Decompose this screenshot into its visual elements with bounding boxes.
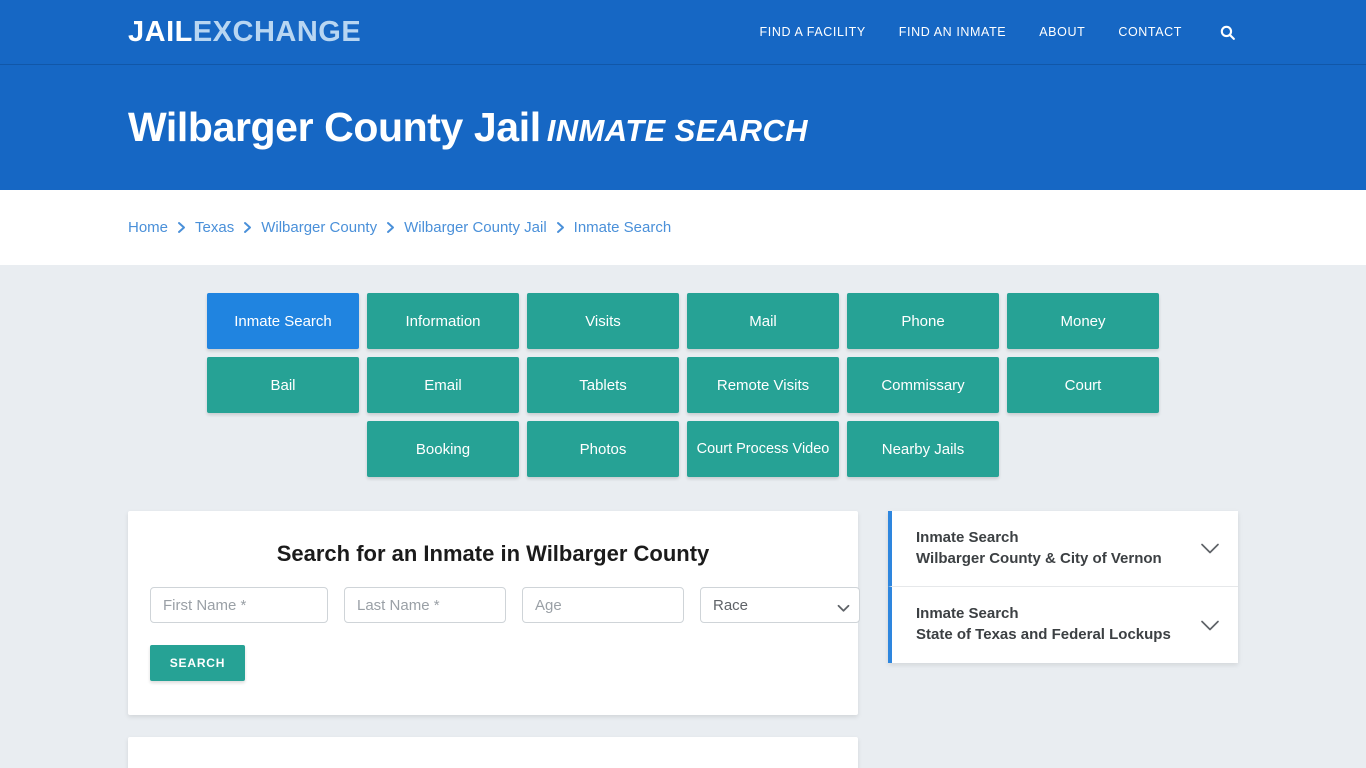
chevron-down-icon[interactable] xyxy=(1200,542,1220,555)
breadcrumb-item-texas[interactable]: Texas xyxy=(195,219,234,236)
left-column: Search for an Inmate in Wilbarger County… xyxy=(128,511,860,768)
race-select[interactable]: Race xyxy=(700,587,860,623)
nav-item-find-a-facility[interactable]: FIND A FACILITY xyxy=(760,25,866,39)
tab-phone[interactable]: Phone xyxy=(847,293,999,349)
breadcrumb-separator-icon xyxy=(556,221,565,234)
breadcrumb-separator-icon xyxy=(243,221,252,234)
breadcrumb-separator-icon xyxy=(386,221,395,234)
tab-court[interactable]: Court xyxy=(1007,357,1159,413)
nav-item-contact[interactable]: CONTACT xyxy=(1118,25,1182,39)
last-name-input[interactable] xyxy=(344,587,506,623)
accordion-item-county-text: Inmate Search Wilbarger County & City of… xyxy=(916,528,1200,569)
top-navigation-bar: JAILEXCHANGE FIND A FACILITY FIND AN INM… xyxy=(0,0,1366,65)
first-name-input[interactable] xyxy=(150,587,328,623)
accordion-item-state-line1: Inmate Search xyxy=(916,605,1019,623)
tab-information[interactable]: Information xyxy=(367,293,519,349)
accordion-item-county[interactable]: Inmate Search Wilbarger County & City of… xyxy=(888,511,1238,588)
tab-bail[interactable]: Bail xyxy=(207,357,359,413)
breadcrumb-item-inmate-search: Inmate Search xyxy=(573,219,672,236)
accordion-item-county-line2: Wilbarger County & City of Vernon xyxy=(916,549,1162,567)
page-title-sub: INMATE SEARCH xyxy=(546,113,808,148)
race-select-wrapper: Race xyxy=(700,587,860,623)
breadcrumb-item-home[interactable]: Home xyxy=(128,219,168,236)
tab-photos[interactable]: Photos xyxy=(527,421,679,477)
tab-remote-visits[interactable]: Remote Visits xyxy=(687,357,839,413)
tab-money[interactable]: Money xyxy=(1007,293,1159,349)
breadcrumb-separator-icon xyxy=(177,221,186,234)
content-columns: Search for an Inmate in Wilbarger County… xyxy=(128,511,1238,768)
inmate-search-card: Search for an Inmate in Wilbarger County… xyxy=(128,511,860,715)
main-content: Inmate Search Information Visits Mail Ph… xyxy=(0,265,1366,768)
main-nav: FIND A FACILITY FIND AN INMATE ABOUT CON… xyxy=(760,24,1236,41)
nav-item-find-an-inmate[interactable]: FIND AN INMATE xyxy=(899,25,1006,39)
tab-commissary[interactable]: Commissary xyxy=(847,357,999,413)
logo-text-secondary: EXCHANGE xyxy=(192,15,362,48)
accordion-item-state-line2: State of Texas and Federal Lockups xyxy=(916,626,1171,644)
search-fields-row: Race xyxy=(150,587,860,623)
tab-nearby-jails[interactable]: Nearby Jails xyxy=(847,421,999,477)
accordion-item-county-line1: Inmate Search xyxy=(916,529,1019,546)
chevron-down-icon[interactable] xyxy=(1200,619,1220,632)
facility-tab-grid: Inmate Search Information Visits Mail Ph… xyxy=(133,293,1233,477)
tab-tablets[interactable]: Tablets xyxy=(527,357,679,413)
age-input[interactable] xyxy=(522,587,684,623)
page-title: Wilbarger County Jail INMATE SEARCH xyxy=(128,104,808,151)
tab-inmate-search[interactable]: Inmate Search xyxy=(207,293,359,349)
logo-text-primary: JAIL xyxy=(128,15,193,48)
search-form-title: Search for an Inmate in Wilbarger County xyxy=(276,541,710,566)
site-logo[interactable]: JAILEXCHANGE xyxy=(128,15,362,48)
accordion-item-state[interactable]: Inmate Search State of Texas and Federal… xyxy=(888,587,1238,663)
breadcrumb-item-wilbarger-county[interactable]: Wilbarger County xyxy=(261,219,377,236)
breadcrumb: Home Texas Wilbarger County Wilbarger Co… xyxy=(128,219,671,236)
tab-visits[interactable]: Visits xyxy=(527,293,679,349)
breadcrumb-item-wilbarger-county-jail[interactable]: Wilbarger County Jail xyxy=(404,219,547,236)
nav-item-about[interactable]: ABOUT xyxy=(1039,25,1085,39)
page-title-main: Wilbarger County Jail xyxy=(128,104,541,150)
breadcrumb-band: Home Texas Wilbarger County Wilbarger Co… xyxy=(0,190,1366,265)
tab-booking[interactable]: Booking xyxy=(367,421,519,477)
right-column: Inmate Search Wilbarger County & City of… xyxy=(888,511,1238,663)
tab-email[interactable]: Email xyxy=(367,357,519,413)
tab-court-process-video[interactable]: Court Process Video xyxy=(687,421,839,477)
tab-mail[interactable]: Mail xyxy=(687,293,839,349)
accordion-item-state-text: Inmate Search State of Texas and Federal… xyxy=(916,604,1200,645)
hero-banner: Wilbarger County Jail INMATE SEARCH xyxy=(0,65,1366,190)
secondary-card xyxy=(128,737,858,768)
search-submit-button[interactable]: SEARCH xyxy=(150,645,245,681)
search-icon[interactable] xyxy=(1219,24,1236,41)
inmate-search-accordion: Inmate Search Wilbarger County & City of… xyxy=(888,511,1238,663)
